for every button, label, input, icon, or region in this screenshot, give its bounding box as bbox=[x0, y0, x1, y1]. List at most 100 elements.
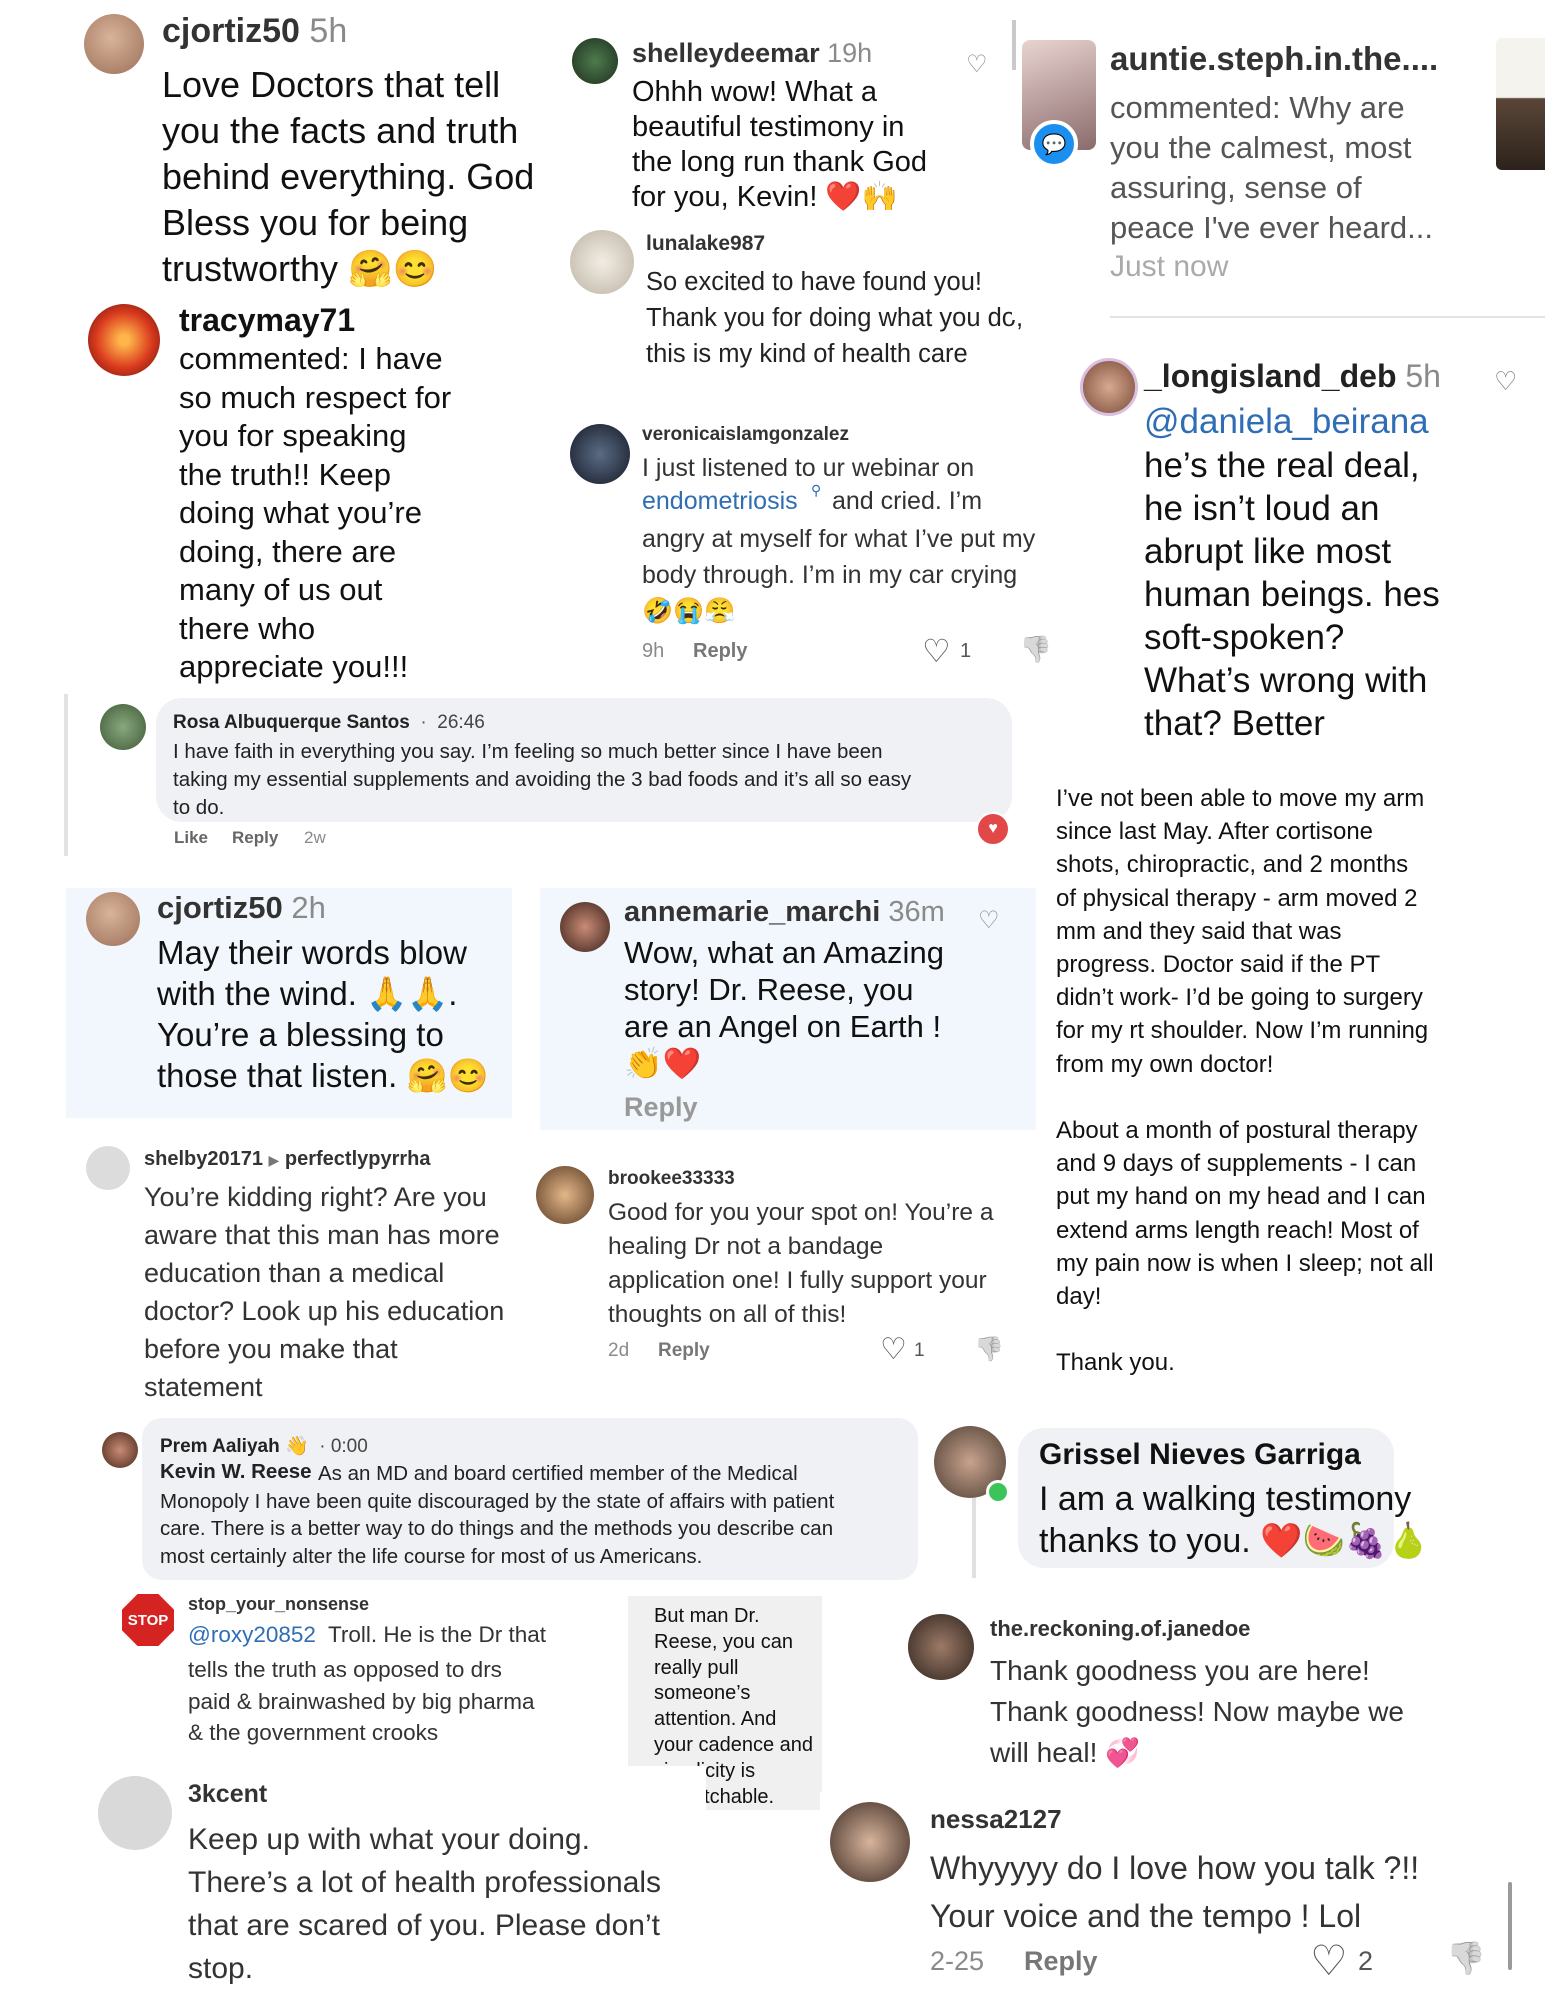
search-icon: ⚲ bbox=[811, 482, 822, 498]
comment-stop-your-nonsense: STOP stop_your_nonsense @roxy20852 Troll… bbox=[110, 1588, 630, 1748]
heart-icon[interactable]: ♡ bbox=[978, 906, 1000, 935]
comment-3kcent: 3kcent Keep up with what your doing. The… bbox=[96, 1766, 706, 2000]
timestamp: 9h bbox=[642, 640, 665, 662]
timestamp: 2-25 bbox=[930, 1946, 985, 1976]
comment-nessa2127: nessa2127 Whyyyyy do I love how you talk… bbox=[820, 1792, 1545, 2000]
username[interactable]: annemarie_marchi 36m bbox=[624, 896, 945, 929]
comment-text: commented: I have so much respect for yo… bbox=[179, 341, 452, 684]
username[interactable]: 3kcent bbox=[188, 1780, 267, 1809]
comment-lunalake987: lunalake987 So excited to have found you… bbox=[566, 222, 1066, 382]
reply-button[interactable]: Reply bbox=[1024, 1946, 1098, 1977]
avatar[interactable] bbox=[100, 704, 146, 750]
avatar[interactable] bbox=[536, 1166, 594, 1224]
reply-button[interactable]: Reply bbox=[693, 640, 747, 663]
avatar[interactable] bbox=[570, 230, 634, 294]
username[interactable]: tracymay71 bbox=[179, 302, 355, 339]
username[interactable]: brookee33333 bbox=[608, 1168, 735, 1190]
avatar[interactable] bbox=[86, 1146, 130, 1190]
username[interactable]: cjortiz50 2h bbox=[157, 890, 326, 926]
avatar[interactable] bbox=[1080, 358, 1138, 416]
avatar[interactable] bbox=[98, 1776, 172, 1850]
heart-icon[interactable]: ♡ bbox=[1494, 366, 1517, 397]
comment-text: You’re kidding right? Are you aware that… bbox=[144, 1182, 505, 1402]
comment-annemarie-marchi: annemarie_marchi 36m ♡ Wow, what an Amaz… bbox=[540, 888, 1036, 1130]
avatar[interactable] bbox=[572, 38, 618, 84]
comment-text: commented: Why are you the calmest, most… bbox=[1110, 90, 1434, 245]
comment-text-line2: and cried. I’m bbox=[832, 487, 983, 515]
username[interactable]: shelby20171 ▶ perfectlypyrrha bbox=[144, 1148, 431, 1171]
comment-text: Wow, what an Amazing story! Dr. Reese, y… bbox=[624, 935, 944, 1081]
comment-brookee33333: brookee33333 Good for you your spot on! … bbox=[530, 1156, 1030, 1382]
dislike-icon[interactable]: 👎 bbox=[1020, 634, 1052, 664]
comment-text-line1: I just listened to ur webinar on bbox=[642, 454, 975, 482]
comment-text: Ohhh wow! What a beautiful testimony in … bbox=[632, 76, 928, 213]
comment-text: Good for you your spot on! You’re a heal… bbox=[608, 1199, 994, 1328]
comment-reckoning-janedoe: the.reckoning.of.janedoe Thank goodness … bbox=[900, 1610, 1460, 1784]
comment-text: Love Doctors that tell you the facts and… bbox=[162, 64, 535, 289]
username[interactable]: nessa2127 bbox=[930, 1804, 1062, 1835]
comment-text: Keep up with what your doing. There’s a … bbox=[188, 1823, 662, 1985]
comment-arm-story: I’ve not been able to move my arm since … bbox=[1040, 770, 1545, 1390]
username[interactable]: shelleydeemar 19h bbox=[632, 38, 872, 69]
like-button[interactable]: Like bbox=[174, 828, 208, 848]
reply-button[interactable]: Reply bbox=[232, 828, 278, 848]
heart-icon[interactable]: ♡ bbox=[922, 632, 951, 670]
username[interactable]: Prem Aaliyah 👋 · 0:00 bbox=[160, 1434, 368, 1458]
comment-text: Thank goodness you are here! Thank goodn… bbox=[990, 1655, 1404, 1768]
dislike-icon[interactable]: 👎 bbox=[1446, 1938, 1486, 1978]
scrollbar[interactable] bbox=[1508, 1882, 1512, 1970]
timestamp: 2w bbox=[304, 828, 326, 847]
love-reaction-icon: ♥ bbox=[976, 812, 1010, 846]
heart-icon[interactable]: ♡ bbox=[966, 50, 988, 79]
comment-text: I am a walking testimony thanks to you. … bbox=[1039, 1480, 1430, 1560]
stop-sign-icon: STOP bbox=[122, 1594, 174, 1646]
hashtag-link[interactable]: endometriosis bbox=[642, 487, 798, 516]
comment-text: As an MD and board certified member of t… bbox=[160, 1462, 835, 1568]
comment-text: May their words blow with the wind. 🙏🙏. … bbox=[157, 934, 489, 1094]
username[interactable]: stop_your_nonsense bbox=[188, 1594, 369, 1615]
username[interactable]: the.reckoning.of.janedoe bbox=[990, 1616, 1250, 1642]
mention-link[interactable]: @daniela_beirana bbox=[1144, 402, 1429, 442]
username[interactable]: _longisland_deb 5h bbox=[1144, 358, 1441, 395]
dislike-icon[interactable]: 👎 bbox=[974, 1334, 1004, 1364]
avatar[interactable] bbox=[908, 1614, 974, 1680]
heart-icon[interactable]: ♡ bbox=[880, 1332, 907, 1367]
username[interactable]: Grissel Nieves Garriga bbox=[1039, 1438, 1361, 1472]
online-status-icon bbox=[986, 1480, 1010, 1504]
comment-text: I’ve not been able to move my arm since … bbox=[1056, 785, 1434, 1377]
username[interactable]: veronicaislamgonzalez bbox=[642, 424, 849, 446]
comment-text: he’s the real deal, he isn’t loud an abr… bbox=[1144, 446, 1440, 743]
divider bbox=[1110, 316, 1545, 318]
like-count: 2 bbox=[1358, 1946, 1374, 1976]
comment-shelleydeemar: shelleydeemar 19h Ohhh wow! What a beaut… bbox=[566, 30, 996, 220]
thumbnail[interactable] bbox=[1496, 38, 1545, 170]
mention-link[interactable]: @roxy20852 bbox=[188, 1622, 316, 1648]
avatar[interactable] bbox=[84, 14, 144, 74]
reply-button[interactable]: Reply bbox=[658, 1340, 710, 1362]
avatar[interactable] bbox=[570, 424, 630, 484]
comment-text: tells the truth as opposed to drs paid &… bbox=[188, 1657, 535, 1745]
avatar[interactable] bbox=[830, 1802, 910, 1882]
comment-grissel: Grissel Nieves Garriga I am a walking te… bbox=[934, 1404, 1494, 1578]
avatar[interactable] bbox=[86, 892, 140, 946]
reply-button[interactable]: Reply bbox=[624, 1092, 698, 1123]
like-count: 1 bbox=[960, 640, 972, 662]
timestamp: 2d bbox=[608, 1340, 630, 1361]
comment-shelby20171: shelby20171 ▶ perfectlypyrrha You’re kid… bbox=[66, 1134, 526, 1404]
avatar[interactable] bbox=[102, 1432, 138, 1468]
heart-icon[interactable]: ♡ bbox=[1310, 1936, 1348, 1985]
comment-prem-aaliyah: Prem Aaliyah 👋 · 0:00 Kevin W. Reese As … bbox=[92, 1414, 918, 1582]
messenger-icon: 💬 bbox=[1030, 120, 1078, 168]
comment-text-rest: angry at myself for what I’ve put my bod… bbox=[642, 525, 1036, 625]
avatar[interactable] bbox=[88, 304, 160, 376]
comment-longisland-deb: _longisland_deb 5h ♡ @daniela_beirana he… bbox=[1078, 340, 1545, 750]
avatar[interactable] bbox=[560, 902, 610, 952]
username[interactable]: cjortiz50 5h bbox=[162, 12, 347, 51]
username[interactable]: auntie.steph.in.the.... bbox=[1110, 40, 1438, 78]
comment-text: Whyyyyy do I love how you talk ?!! Your … bbox=[930, 1850, 1420, 1934]
username[interactable]: lunalake987 bbox=[646, 232, 765, 256]
comment-veronicaislamgonzalez: veronicaislamgonzalez I just listened to… bbox=[566, 414, 1066, 676]
comment-text: So excited to have found you! Thank you … bbox=[646, 268, 1024, 368]
username[interactable]: Rosa Albuquerque Santos · 26:46 bbox=[173, 712, 485, 734]
like-count: 1 bbox=[914, 1340, 925, 1361]
